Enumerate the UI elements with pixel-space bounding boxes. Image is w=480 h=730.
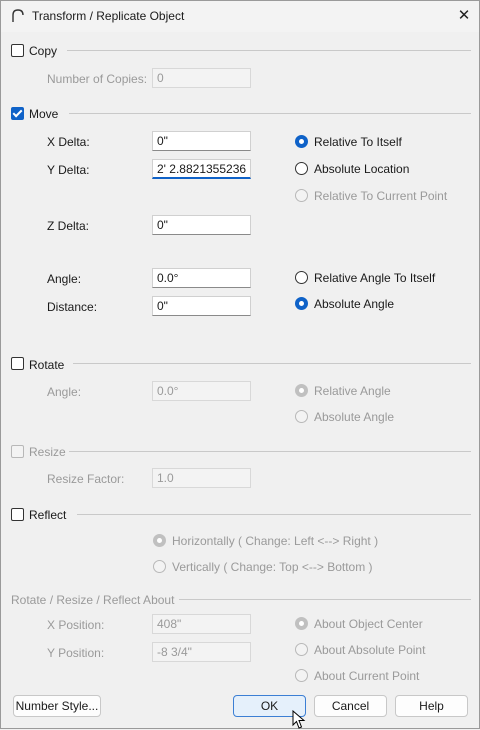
reflect-section-header: Reflect [29, 508, 67, 522]
distance-input[interactable] [152, 296, 251, 316]
move-section-header: Move [29, 107, 59, 121]
move-absolute-angle-label: Absolute Angle [314, 297, 395, 311]
resize-factor-label: Resize Factor: [47, 472, 125, 486]
relative-angle-to-itself-radio[interactable] [295, 271, 308, 284]
absolute-location-label: Absolute Location [314, 162, 410, 176]
rotate-absolute-angle-label: Absolute Angle [314, 410, 395, 424]
move-absolute-angle-radio[interactable] [295, 297, 308, 310]
cancel-button[interactable]: Cancel [314, 695, 387, 717]
y-delta-input[interactable] [152, 159, 251, 179]
window-title: Transform / Replicate Object [32, 9, 185, 23]
help-button[interactable]: Help [395, 695, 468, 717]
resize-factor-input[interactable] [152, 468, 251, 488]
copy-divider [67, 50, 471, 51]
rotate-angle-label: Angle: [47, 385, 82, 399]
mouse-pointer-icon [292, 710, 306, 729]
move-divider [69, 113, 471, 114]
title-bar: Transform / Replicate Object ✕ [1, 1, 479, 32]
about-object-center-radio[interactable] [295, 617, 308, 630]
reflect-vertically-label: Vertically ( Change: Top <--> Bottom ) [172, 560, 373, 574]
transform-replicate-dialog: Transform / Replicate Object ✕ Copy Numb… [0, 0, 480, 729]
rotate-checkbox[interactable] [11, 357, 24, 370]
y-delta-label: Y Delta: [47, 163, 90, 177]
absolute-location-radio[interactable] [295, 162, 308, 175]
x-position-input[interactable] [152, 614, 251, 634]
reflect-checkbox[interactable] [11, 508, 24, 521]
reflect-divider [77, 514, 471, 515]
relative-to-current-point-radio[interactable] [295, 189, 308, 202]
about-object-center-label: About Object Center [314, 617, 423, 631]
relative-to-current-point-label: Relative To Current Point [314, 189, 448, 203]
number-style-button[interactable]: Number Style... [13, 695, 101, 717]
app-arch-icon [12, 9, 24, 22]
relative-to-itself-label: Relative To Itself [314, 135, 402, 149]
x-delta-input[interactable] [152, 131, 251, 151]
x-delta-label: X Delta: [47, 135, 90, 149]
number-of-copies-input[interactable] [152, 68, 251, 88]
reflect-horizontally-radio[interactable] [153, 534, 166, 547]
move-angle-input[interactable] [152, 268, 251, 288]
y-position-label: Y Position: [47, 646, 105, 660]
rotate-divider [73, 363, 471, 364]
about-section-header: Rotate / Resize / Reflect About [11, 593, 175, 607]
z-delta-input[interactable] [152, 215, 251, 235]
z-delta-label: Z Delta: [47, 219, 90, 233]
number-of-copies-label: Number of Copies: [47, 72, 148, 86]
reflect-horizontally-label: Horizontally ( Change: Left <--> Right ) [172, 534, 379, 548]
rotate-absolute-angle-radio[interactable] [295, 410, 308, 423]
about-divider [179, 599, 471, 600]
about-current-point-radio[interactable] [295, 669, 308, 682]
relative-to-itself-radio[interactable] [295, 135, 308, 148]
about-absolute-point-radio[interactable] [295, 643, 308, 656]
x-position-label: X Position: [47, 618, 105, 632]
resize-divider [69, 451, 471, 452]
reflect-vertically-radio[interactable] [153, 560, 166, 573]
y-position-input[interactable] [152, 642, 251, 662]
relative-angle-radio[interactable] [295, 384, 308, 397]
about-absolute-point-label: About Absolute Point [314, 643, 426, 657]
move-angle-label: Angle: [47, 272, 82, 286]
rotate-angle-input[interactable] [152, 381, 251, 401]
distance-label: Distance: [47, 300, 98, 314]
close-icon[interactable]: ✕ [455, 7, 473, 25]
rotate-section-header: Rotate [29, 358, 65, 372]
move-checkbox[interactable] [11, 107, 24, 120]
resize-section-header: Resize [29, 445, 66, 459]
relative-angle-label: Relative Angle [314, 384, 391, 398]
resize-checkbox[interactable] [11, 445, 24, 458]
copy-checkbox[interactable] [11, 44, 24, 57]
copy-section-header: Copy [29, 44, 58, 58]
about-current-point-label: About Current Point [314, 669, 420, 683]
relative-angle-to-itself-label: Relative Angle To Itself [314, 271, 436, 285]
